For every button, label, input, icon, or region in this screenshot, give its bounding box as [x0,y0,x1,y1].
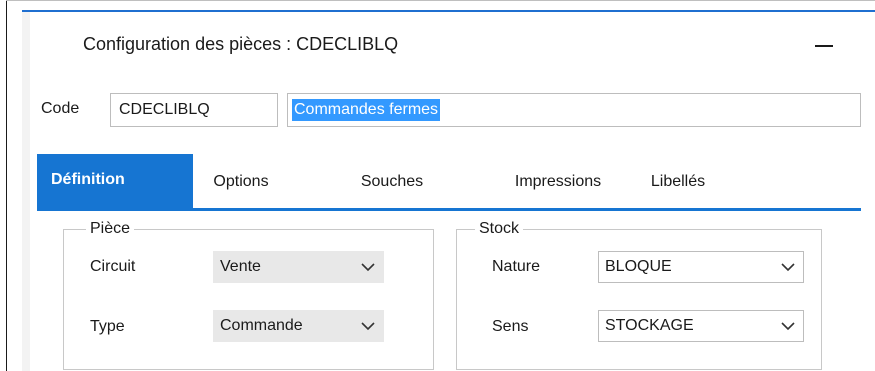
minimize-icon [815,45,833,47]
type-select[interactable]: Commande [213,310,384,342]
tab-options[interactable]: Options [193,156,289,208]
window-top-border [22,10,875,12]
chevron-down-icon [353,262,383,272]
code-label: Code [41,100,80,117]
minimize-button[interactable] [806,28,842,64]
chevron-down-icon [353,321,383,331]
circuit-select[interactable]: Vente [213,251,384,283]
nature-label: Nature [492,258,541,275]
tab-impressions[interactable]: Impressions [494,156,622,208]
window-title: Configuration des pièces : CDECLIBLQ [83,34,399,54]
tab-definition[interactable]: Définition [37,154,193,210]
window-left-border [22,12,30,371]
tab-souches[interactable]: Souches [336,156,448,208]
type-value: Commande [220,317,303,334]
chevron-down-icon [773,321,803,331]
sens-value: STOCKAGE [605,317,694,334]
chevron-down-icon [773,262,803,272]
sens-label: Sens [492,318,529,335]
stock-group-legend: Stock [475,220,524,238]
tab-libelles[interactable]: Libellés [628,156,728,208]
circuit-label: Circuit [90,258,136,275]
circuit-value: Vente [220,258,261,275]
nature-select[interactable]: BLOQUE [598,251,804,283]
type-label: Type [90,318,125,335]
code-input[interactable] [110,93,278,127]
piece-group-legend: Pièce [86,220,135,238]
sens-select[interactable]: STOCKAGE [598,310,804,342]
nature-value: BLOQUE [605,258,672,275]
description-input[interactable]: Commandes fermes [287,93,861,127]
screen-edge-left [6,0,7,371]
description-selected-text: Commandes fermes [292,99,441,121]
screen-edge-top [6,0,875,1]
